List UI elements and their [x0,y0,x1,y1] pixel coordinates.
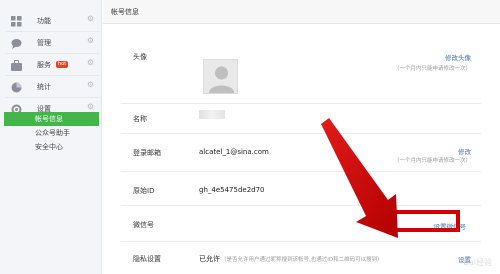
page-header: 帐号信息 [103,0,500,24]
gear-icon[interactable]: ⚙ [87,81,94,89]
user-silhouette-icon [209,66,234,93]
pie-chart-icon [11,82,22,93]
sidebar-item-label: 统计 [37,83,51,91]
sidebar-item-service[interactable]: 服务 hot ⚙ [5,54,100,76]
sidebar-item-features[interactable]: 功能 ⚙ [5,10,100,32]
name-label: 名称 [133,115,147,123]
sidebar-item-manage[interactable]: 管理 ⚙ [5,32,100,54]
sidebar-item-label: 功能 [37,17,51,25]
change-email-link[interactable]: 修改 [458,146,471,156]
original-id-label: 原始ID [133,187,155,195]
briefcase-icon [11,60,22,71]
gear-icon[interactable]: ⚙ [87,37,94,45]
main-content: 帐号信息 头像 修改头像 （一个月内只能申请修改一次） 名称 登录邮箱 alca… [103,0,500,274]
sidebar-subitem-assistant[interactable]: 公众号助手 [4,126,99,140]
avatar [203,59,238,94]
chat-bubble-icon [11,39,22,49]
sidebar-subitem-account-info[interactable]: 帐号信息 [4,112,99,126]
hot-badge: hot [56,61,69,68]
privacy-row: 隐私设置 已允许 （是否允许用户通过昵称搜到该帐号,也通过ID和二维码可以搜到）… [121,242,481,274]
wechat-id-label: 微信号 [133,221,154,229]
email-value: alcatel_1@sina.com [199,148,269,156]
highlight-box [384,210,460,232]
name-value-blurred [199,110,225,119]
email-label: 登录邮箱 [133,149,161,157]
sidebar-item-stats[interactable]: 统计 ⚙ [5,76,100,98]
watermark: Bai经验 [463,258,492,267]
gear-icon[interactable]: ⚙ [87,59,94,67]
avatar-hint: （一个月内只能申请修改一次） [393,66,471,72]
page-title: 帐号信息 [111,8,139,16]
sidebar-subitem-security[interactable]: 安全中心 [4,140,99,154]
name-row: 名称 [121,104,481,134]
privacy-value: 已允许 [199,255,220,263]
email-row: 登录邮箱 alcatel_1@sina.com 修改 （一个月内只能申请修改一次… [121,134,481,172]
sidebar-item-label: 管理 [37,39,51,47]
privacy-note: （是否允许用户通过昵称搜到该帐号,也通过ID和二维码可以搜到） [221,257,383,263]
gear-icon[interactable]: ⚙ [87,103,94,111]
sidebar-item-label: 服务 [37,61,51,69]
change-avatar-link[interactable]: 修改头像 [445,52,471,62]
grid-icon [11,16,22,27]
original-id-value: gh_4e5475de2d70 [199,186,265,194]
original-id-row: 原始ID gh_4e5475de2d70 [121,172,481,206]
avatar-row: 头像 修改头像 （一个月内只能申请修改一次） [121,42,481,104]
email-hint: （一个月内只能申请修改一次） [393,158,471,164]
sidebar: 功能 ⚙ 管理 ⚙ 服务 hot ⚙ 统计 ⚙ 设置 ⚙ 帐号信息 公众号助手 … [0,0,102,274]
gear-icon[interactable]: ⚙ [87,15,94,23]
privacy-label: 隐私设置 [133,255,161,263]
avatar-label: 头像 [133,53,147,61]
